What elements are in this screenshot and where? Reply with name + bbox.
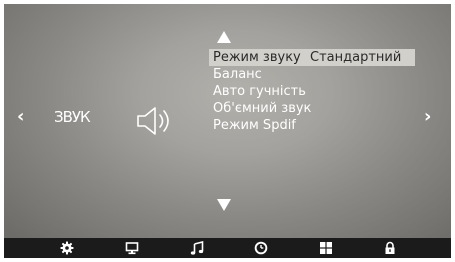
menu-item-spdif-mode[interactable]: Режим Spdif <box>209 117 415 134</box>
menu-item-surround-sound[interactable]: Об'ємний звук <box>209 100 415 117</box>
grid-icon[interactable] <box>319 241 333 255</box>
osd-screen: ‹ › ЗВУК Режим звуку Стандартний Баланс … <box>4 4 451 258</box>
menu-item-label: Режим звуку <box>213 50 301 65</box>
previous-section-arrow[interactable]: ‹ <box>17 107 24 127</box>
next-section-arrow[interactable]: › <box>424 107 431 127</box>
menu-item-sound-mode[interactable]: Режим звуку Стандартний <box>209 49 415 66</box>
clock-icon[interactable] <box>254 241 268 255</box>
menu-item-label: Баланс <box>213 67 262 82</box>
menu-item-auto-volume[interactable]: Авто гучність <box>209 83 415 100</box>
menu-item-label: Об'ємний звук <box>213 101 312 116</box>
section-title: ЗВУК <box>54 108 91 126</box>
menu-item-label: Режим Spdif <box>213 118 296 133</box>
menu-item-label: Авто гучність <box>213 84 306 99</box>
bottom-menu-bar <box>4 238 451 258</box>
gear-icon[interactable] <box>60 241 74 255</box>
sound-menu: Режим звуку Стандартний Баланс Авто гучн… <box>209 49 415 134</box>
lock-icon[interactable] <box>383 241 397 255</box>
speaker-icon <box>137 107 169 135</box>
triangle-up-icon[interactable] <box>216 30 232 44</box>
monitor-icon[interactable] <box>125 241 139 255</box>
triangle-down-icon[interactable] <box>216 198 232 212</box>
menu-item-balance[interactable]: Баланс <box>209 66 415 83</box>
music-note-icon[interactable] <box>190 241 204 255</box>
sound-mode-value: Стандартний <box>310 50 402 65</box>
